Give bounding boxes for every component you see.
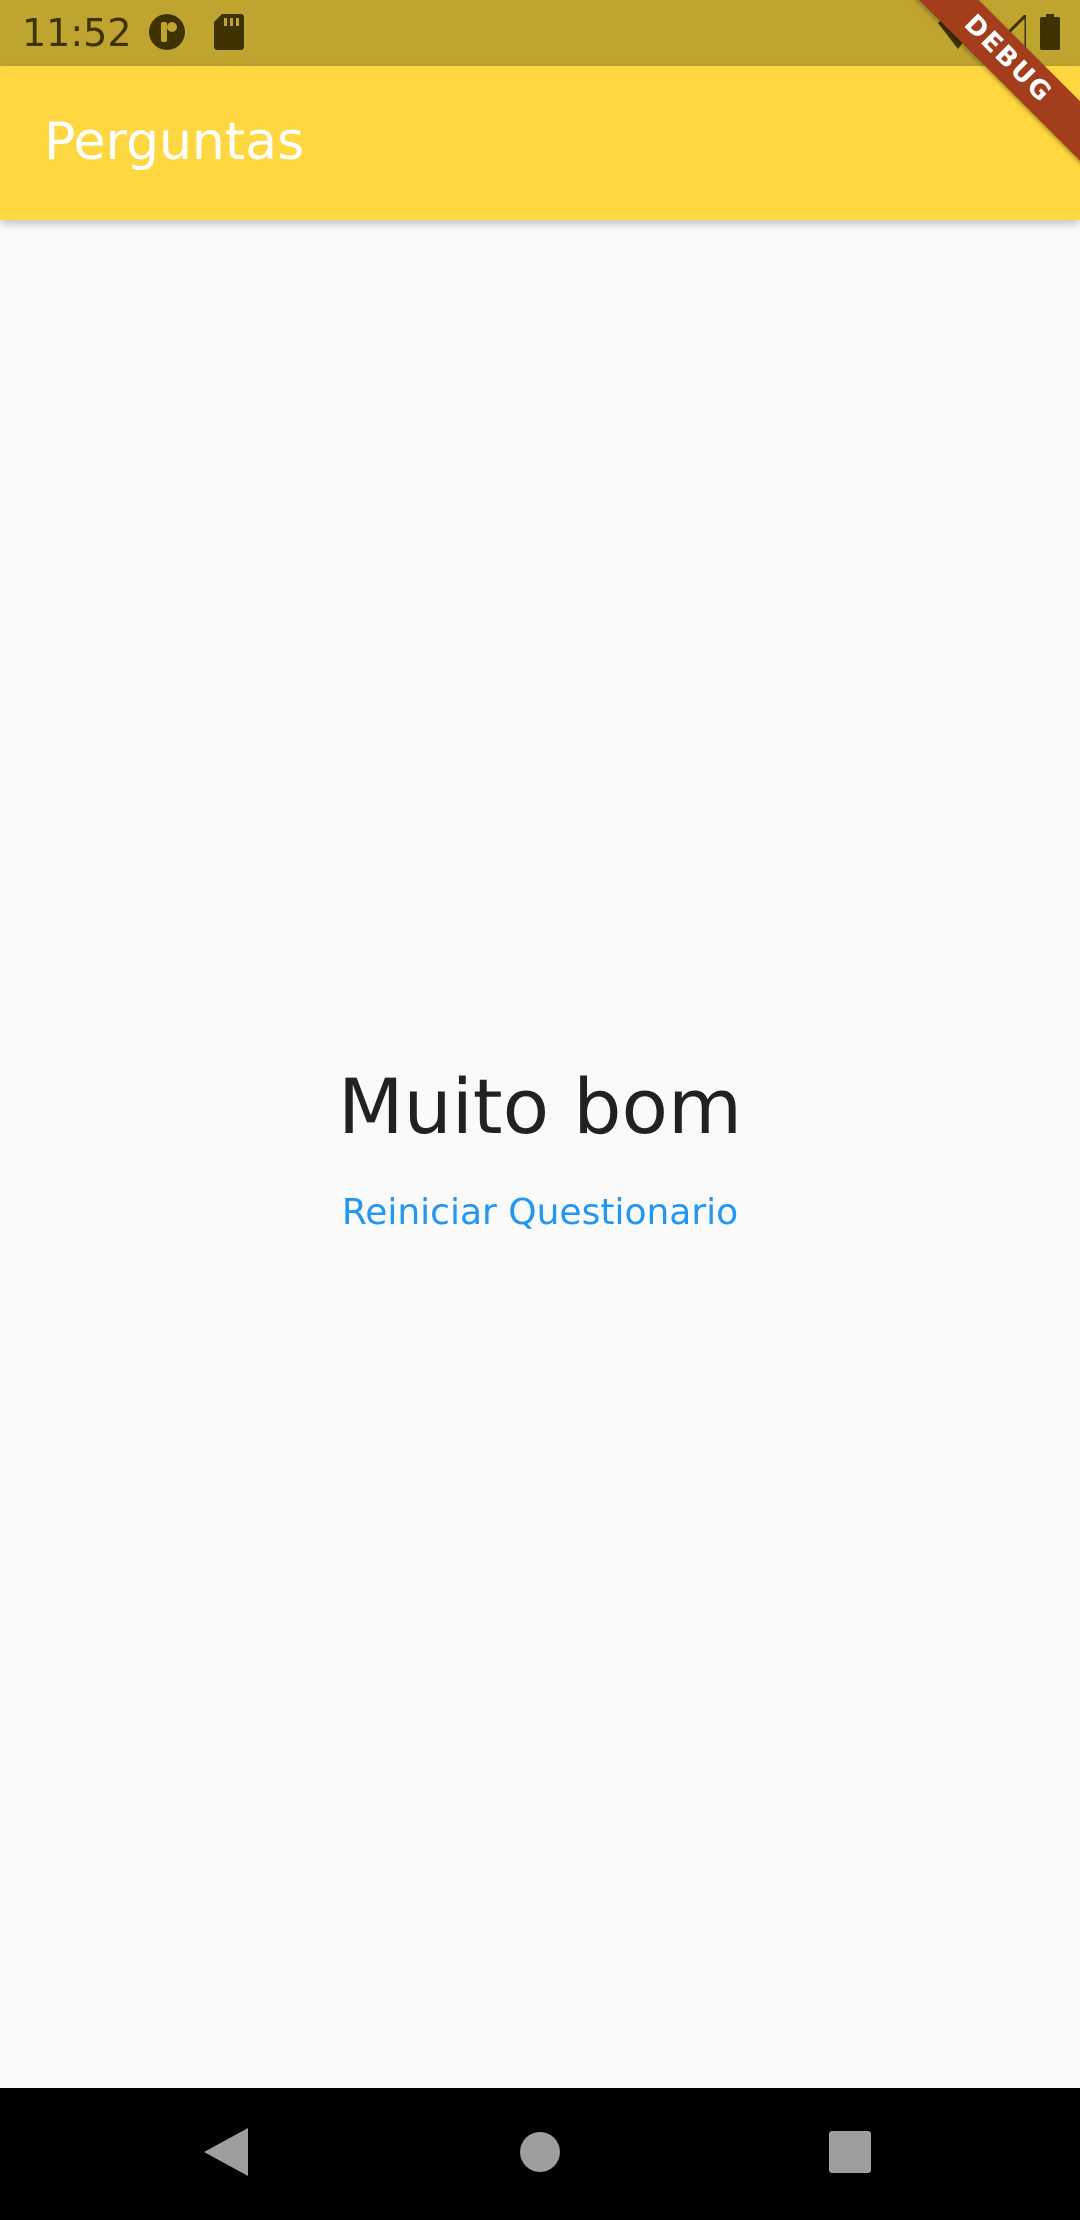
back-button[interactable]: [156, 2088, 296, 2220]
sd-card-icon: [214, 14, 244, 54]
status-time: 11:52: [22, 11, 132, 55]
home-button[interactable]: [470, 2088, 610, 2220]
battery-icon: [1040, 14, 1060, 54]
recents-icon: [829, 2131, 871, 2177]
status-left-icons: [148, 14, 244, 54]
system-nav-bar: [0, 2088, 1080, 2220]
app-bar: Perguntas: [0, 66, 1080, 220]
result-panel: Muito bom Reiniciar Questionario: [0, 220, 1080, 2088]
restart-quiz-button[interactable]: Reiniciar Questionario: [318, 1178, 762, 1247]
back-icon: [204, 2128, 248, 2180]
app-screen: 11:52 DEBUG Perguntas Muito bom Reinicia…: [0, 0, 1080, 2220]
result-text: Muito bom: [337, 1061, 743, 1151]
status-bar: 11:52: [0, 0, 1080, 66]
home-icon: [519, 2131, 561, 2177]
app-notification-icon: [148, 13, 186, 55]
recents-button[interactable]: [780, 2088, 920, 2220]
app-title: Perguntas: [44, 112, 305, 172]
